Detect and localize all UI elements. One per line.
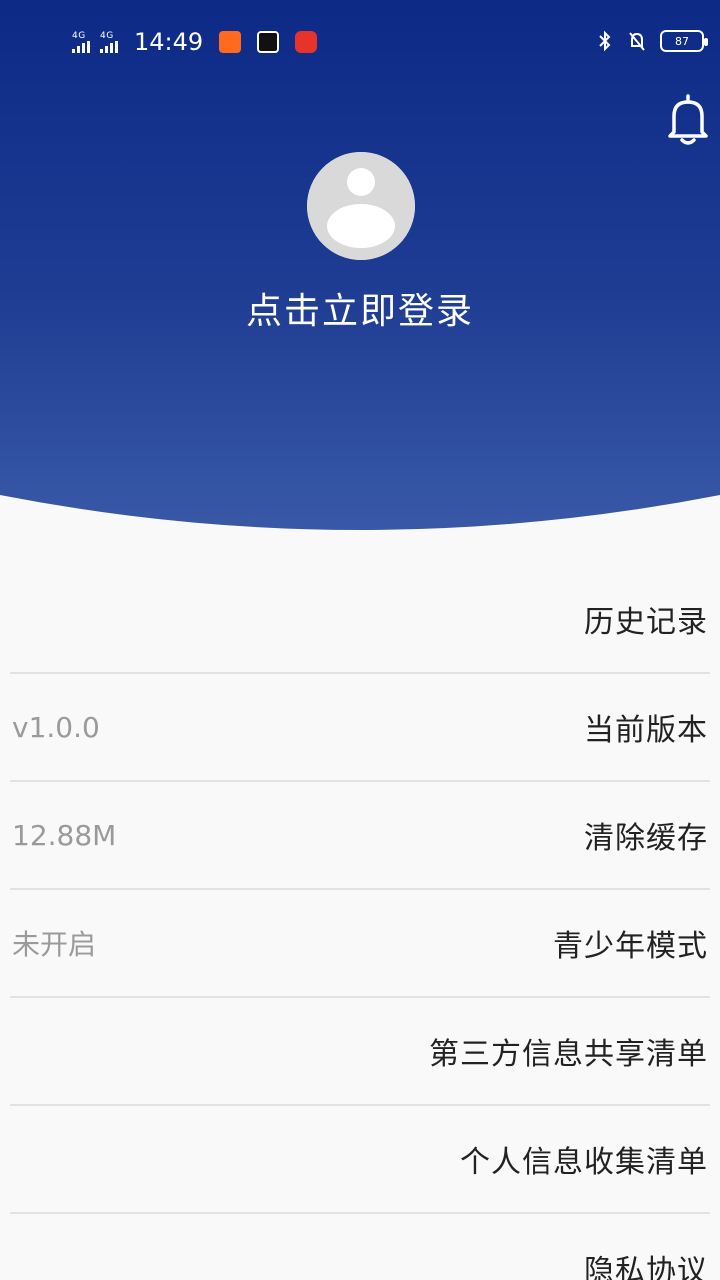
network-label-2: 4G [100,30,114,41]
bluetooth-icon [599,30,611,52]
menu-item-value: 12.88M [12,818,117,852]
notification-bell-icon[interactable] [664,92,712,148]
battery-icon: 87 [660,30,708,52]
header-curve [0,495,720,540]
status-right: 87 [596,30,708,52]
menu-item-label: 当前版本 [584,713,708,748]
mute-bell-icon [629,32,645,51]
menu-item-youth-mode[interactable]: 未开启 青少年模式 [10,890,710,998]
video-app-notification-icon [257,31,280,53]
menu-item-label: 隐私协议 [584,1254,708,1280]
menu-item-personal-info-collection[interactable]: 个人信息收集清单 [10,1106,710,1214]
menu-item-version[interactable]: v1.0.0 当前版本 [10,674,710,782]
menu-item-value: v1.0.0 [12,710,100,744]
menu-item-label: 个人信息收集清单 [460,1145,708,1180]
menu-item-label: 清除缓存 [584,821,708,856]
menu-item-label: 历史记录 [584,605,708,640]
signal-bars-icon [100,40,118,53]
signal-bars-icon [72,40,90,53]
status-bar: 4G 4G 14:49 87 [0,0,720,84]
settings-menu: 历史记录 v1.0.0 当前版本 12.88M 清除缓存 未开启 青少年模式 第… [0,566,720,1280]
battery-level: 87 [675,34,689,48]
menu-item-clear-cache[interactable]: 12.88M 清除缓存 [10,782,710,890]
player-app-notification-icon [295,31,318,53]
network-indicator-1: 4G [72,30,90,53]
network-label-1: 4G [72,30,86,41]
menu-item-label: 第三方信息共享清单 [429,1037,708,1072]
avatar[interactable] [307,152,415,260]
menu-item-privacy-policy[interactable]: 隐私协议 [10,1214,710,1280]
network-indicator-2: 4G [100,30,118,53]
status-time: 14:49 [134,28,204,56]
status-left: 4G 4G 14:49 [72,28,318,56]
menu-item-third-party-sharing[interactable]: 第三方信息共享清单 [10,998,710,1106]
profile-header: 4G 4G 14:49 87 点击立即登录 [0,0,720,540]
menu-item-value: 未开启 [12,928,97,961]
app-notification-icon [219,31,242,53]
login-prompt[interactable]: 点击立即登录 [0,282,720,334]
menu-item-history[interactable]: 历史记录 [10,566,710,674]
menu-item-label: 青少年模式 [553,929,708,964]
avatar-placeholder-icon [307,152,415,260]
